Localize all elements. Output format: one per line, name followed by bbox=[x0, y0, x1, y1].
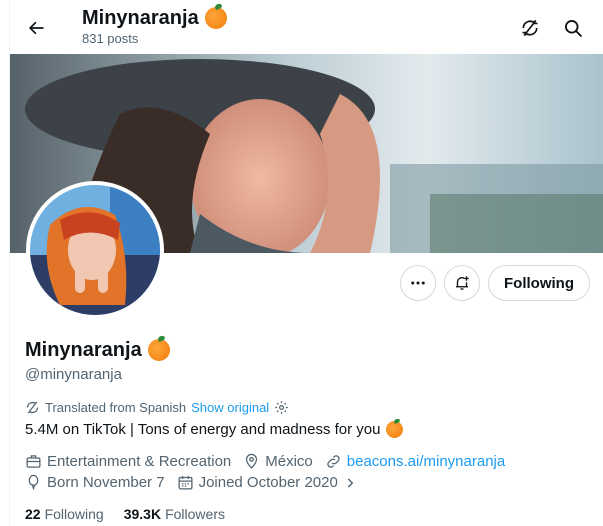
birthday-item: Born November 7 bbox=[25, 474, 165, 491]
show-original-link[interactable]: Show original bbox=[191, 400, 269, 415]
calendar-icon bbox=[178, 476, 193, 490]
orange-emoji-icon bbox=[386, 421, 404, 438]
briefcase-icon bbox=[26, 455, 41, 468]
search-icon bbox=[565, 20, 582, 37]
profile-avatar[interactable] bbox=[26, 181, 164, 319]
category-item: Entertainment & Recreation bbox=[25, 453, 231, 470]
search-button[interactable] bbox=[557, 12, 589, 44]
balloon-icon bbox=[28, 474, 39, 490]
translate-button[interactable] bbox=[514, 12, 546, 44]
profile-meta-row: Entertainment & Recreation México beacon… bbox=[25, 453, 517, 470]
orange-emoji-icon bbox=[147, 339, 170, 361]
profile-name: Minynaranja bbox=[25, 339, 142, 361]
notification-bell-icon bbox=[456, 276, 469, 290]
followers-count: 39.3K bbox=[123, 506, 162, 522]
birthday-label: Born November 7 bbox=[47, 474, 165, 491]
profile-handle: @minynaranja bbox=[25, 366, 122, 383]
location-pin-icon bbox=[246, 453, 258, 469]
location-label: México bbox=[265, 453, 313, 470]
notifications-button[interactable] bbox=[444, 265, 480, 301]
bio-text: 5.4M on TikTok | Tons of energy and madn… bbox=[25, 421, 381, 438]
post-count: 831 posts bbox=[82, 31, 139, 46]
joined-label: Joined October 2020 bbox=[198, 474, 338, 491]
more-icon bbox=[411, 281, 425, 285]
location-item: México bbox=[243, 453, 313, 470]
following-button[interactable]: Following bbox=[488, 265, 590, 301]
profile-name-row: Minynaranja bbox=[25, 338, 170, 362]
category-label: Entertainment & Recreation bbox=[47, 453, 232, 470]
settings-icon[interactable] bbox=[274, 400, 289, 415]
followers-label: Followers bbox=[165, 506, 225, 522]
website-item[interactable]: beacons.ai/minynaranja bbox=[325, 453, 505, 470]
joined-item[interactable]: Joined October 2020 bbox=[177, 474, 357, 491]
translate-icon bbox=[522, 19, 538, 37]
translation-notice: Translated from Spanish Show original bbox=[25, 400, 289, 415]
followers-count-link[interactable]: 39.3K Followers bbox=[124, 506, 225, 522]
following-count: 22 bbox=[25, 506, 41, 522]
translated-label: Translated from Spanish bbox=[45, 400, 187, 415]
header-title-block: Minynaranja 831 posts bbox=[82, 5, 227, 47]
following-label: Following bbox=[44, 506, 104, 522]
back-arrow-icon bbox=[29, 21, 44, 35]
profile-meta-row-2: Born November 7 Joined October 2020 bbox=[25, 474, 369, 491]
chevron-right-icon bbox=[347, 477, 354, 488]
orange-emoji-icon bbox=[204, 7, 227, 29]
header-title: Minynaranja bbox=[82, 7, 199, 29]
link-icon bbox=[327, 455, 340, 468]
more-options-button[interactable] bbox=[400, 265, 436, 301]
following-count-link[interactable]: 22 Following bbox=[25, 506, 104, 522]
follow-counts: 22 Following 39.3K Followers bbox=[25, 506, 225, 522]
profile-bio: 5.4M on TikTok | Tons of energy and madn… bbox=[25, 421, 404, 438]
profile-page: Minynaranja 831 posts Following Minynara… bbox=[9, 0, 603, 526]
translate-icon bbox=[26, 401, 39, 414]
top-bar: Minynaranja 831 posts bbox=[10, 0, 603, 54]
avatar-photo bbox=[30, 185, 160, 315]
back-button[interactable] bbox=[20, 12, 52, 44]
website-link[interactable]: beacons.ai/minynaranja bbox=[347, 453, 505, 470]
